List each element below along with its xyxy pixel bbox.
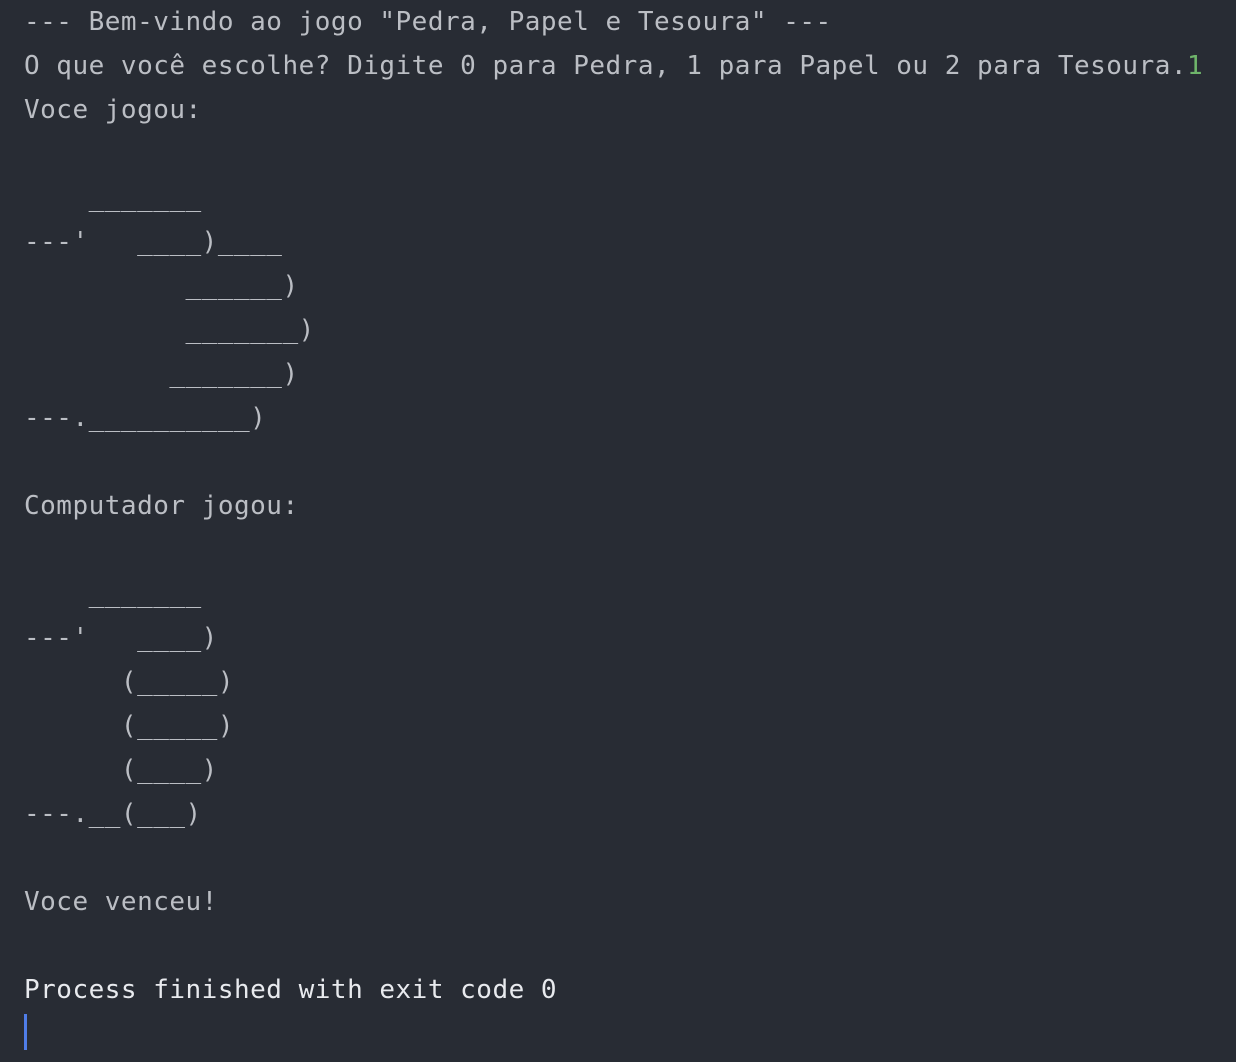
process-status-line: Process finished with exit code 0 <box>24 975 558 1005</box>
player-art-line: _______) <box>24 315 315 345</box>
run-console-output[interactable]: --- Bem-vindo ao jogo "Pedra, Papel e Te… <box>0 0 1236 1062</box>
player-art-line: ---.__________) <box>24 403 267 433</box>
player-art-line: _______ <box>24 183 202 213</box>
welcome-line: --- Bem-vindo ao jogo "Pedra, Papel e Te… <box>24 7 832 37</box>
computer-art-line: (_____) <box>24 711 234 741</box>
user-input-echo: 1 <box>1187 51 1204 81</box>
player-art-line <box>24 132 1236 176</box>
prompt-text: O que você escolhe? Digite 0 para Pedra,… <box>24 51 1188 81</box>
computer-art-line <box>24 528 1236 572</box>
computer-art-line: ---' ____) <box>24 623 218 653</box>
player-label: Voce jogou: <box>24 95 202 125</box>
computer-label: Computador jogou: <box>24 491 299 521</box>
computer-art-line: ---.__(___) <box>24 799 202 829</box>
player-art-line: ---' ____)____ <box>24 227 283 257</box>
player-art-line: _______) <box>24 359 299 389</box>
computer-art-line: _______ <box>24 579 202 609</box>
prompt-line: O que você escolhe? Digite 0 para Pedra,… <box>24 44 1236 88</box>
computer-art-line: (____) <box>24 755 218 785</box>
computer-art-line: (_____) <box>24 667 234 697</box>
player-art-line: ______) <box>24 271 299 301</box>
result-line: Voce venceu! <box>24 887 218 917</box>
text-caret <box>24 1014 27 1050</box>
